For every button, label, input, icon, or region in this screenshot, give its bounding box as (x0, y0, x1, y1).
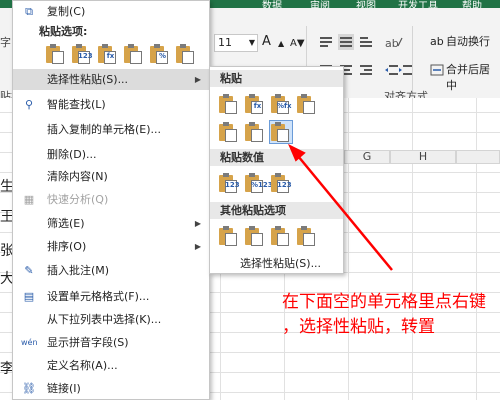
annotation-text: 在下面空的单元格里点右键 ，选择性粘贴，转置 (282, 292, 486, 337)
annotation-arrow (288, 143, 393, 271)
